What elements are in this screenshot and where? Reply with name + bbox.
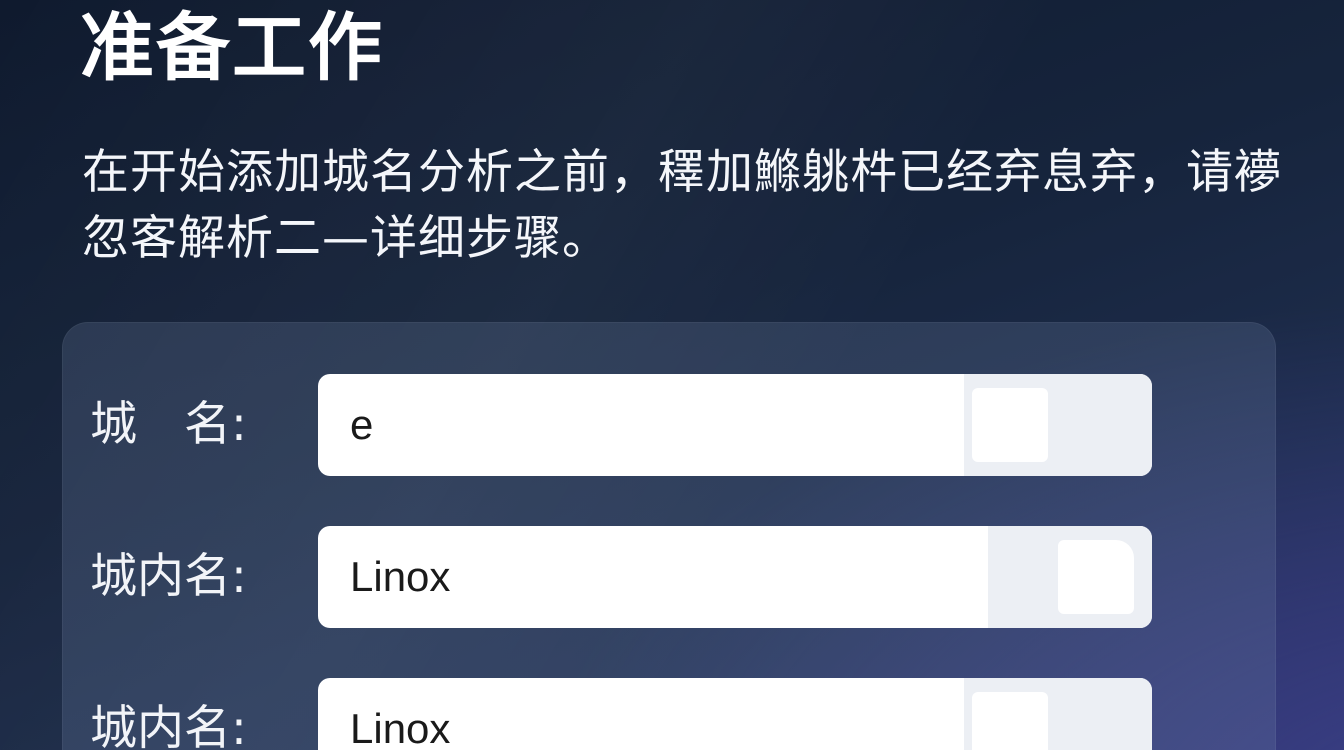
inner-name-label-1: 城内名: [90, 549, 247, 604]
inner-name-field-button-1[interactable] [1058, 540, 1134, 614]
intro-text: 在开始添加城名分析之前，䆁加鰷䠷㭌已经弃息弃，请䙦忽客解析二—详细步骤。 [82, 145, 1282, 266]
inner-name-field-2 [318, 678, 1152, 750]
form-row-inner-name-2: 城内名: [62, 678, 1276, 750]
domain-field-button[interactable] [972, 388, 1048, 462]
domain-label: 城 名: [90, 397, 247, 452]
form-row-domain: 城 名: [62, 374, 1276, 478]
inner-name-field-addon-1 [988, 526, 1152, 628]
domain-field [318, 374, 1152, 476]
inner-name-input-2[interactable] [318, 678, 958, 750]
inner-name-field-button-2[interactable] [972, 692, 1048, 750]
inner-name-field-addon-2 [964, 678, 1152, 750]
form-row-inner-name-1: 城内名: [62, 526, 1276, 630]
inner-name-input-1[interactable] [318, 526, 958, 628]
domain-field-addon [964, 374, 1152, 476]
form-panel: 城 名: 城内名: 城内名: [62, 322, 1276, 750]
domain-input[interactable] [318, 374, 958, 476]
inner-name-label-2: 城内名: [90, 701, 247, 750]
inner-name-field-1 [318, 526, 1152, 628]
page-title: 准备工作 [80, 5, 384, 91]
